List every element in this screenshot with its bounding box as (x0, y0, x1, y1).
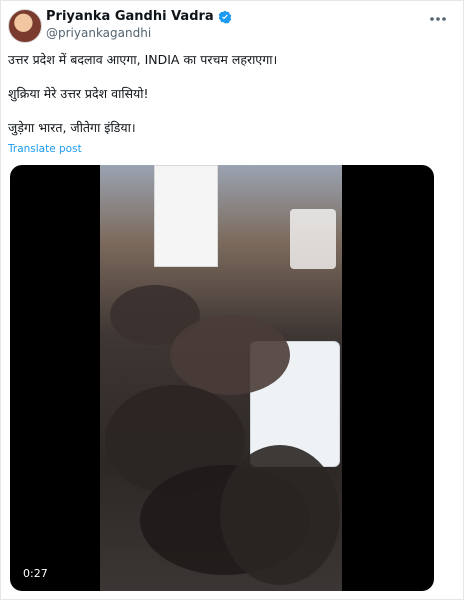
translate-post-link[interactable]: Translate post (8, 143, 82, 155)
bharat-jodo-sign (290, 209, 336, 269)
post-text: उत्तर प्रदेश में बदलाव आएगा, INDIA का पर… (8, 51, 448, 153)
post-text-line-1: उत्तर प्रदेश में बदलाव आएगा, INDIA का पर… (8, 52, 278, 67)
post-header: Priyanka Gandhi Vadra @priyankagandhi (8, 7, 453, 43)
video-player[interactable]: 0:27 (10, 165, 434, 591)
avatar[interactable] (8, 9, 42, 43)
video-duration: 0:27 (23, 567, 48, 580)
video-frame (100, 165, 342, 591)
banner (154, 165, 218, 267)
crowd-segment (170, 315, 290, 395)
author-handle[interactable]: @priyankagandhi (46, 26, 151, 40)
post-text-line-3: जुड़ेगा भारत, जीतेगा इंडिया। (8, 120, 136, 135)
post-text-line-2: शुक्रिया मेरे उत्तर प्रदेश वासियो! (8, 86, 149, 101)
more-options-icon[interactable] (427, 11, 449, 27)
verified-badge-icon (218, 10, 231, 23)
crowd-segment (220, 445, 340, 585)
post-card: Priyanka Gandhi Vadra @priyankagandhi उत… (0, 0, 464, 600)
author-row: Priyanka Gandhi Vadra (46, 9, 232, 24)
author-name[interactable]: Priyanka Gandhi Vadra (46, 9, 214, 24)
